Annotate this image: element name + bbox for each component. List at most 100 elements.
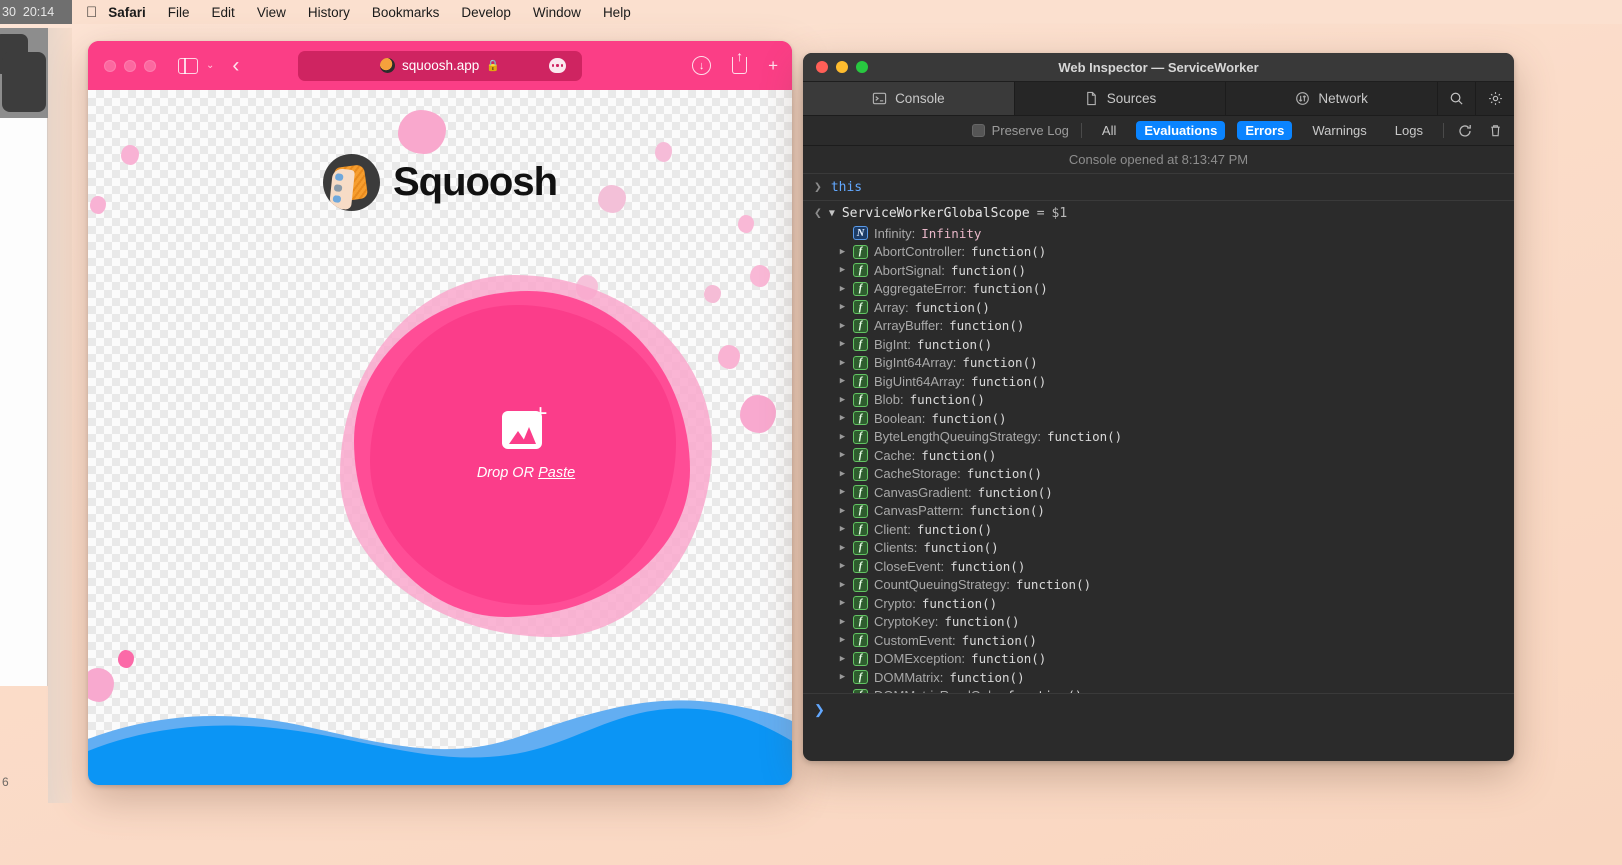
- drop-zone[interactable]: + Drop OR Paste: [340, 275, 712, 637]
- filter-warnings[interactable]: Warnings: [1304, 121, 1374, 140]
- sidebar-toggle-icon[interactable]: [178, 58, 198, 74]
- property-row[interactable]: ▶fDOMMatrix:function(): [803, 668, 1514, 687]
- search-icon[interactable]: [1438, 82, 1476, 115]
- console-input-prompt[interactable]: ❯: [803, 693, 1514, 725]
- property-row[interactable]: ▶NInfinity:Infinity: [803, 224, 1514, 243]
- disclosure-triangle-icon[interactable]: ▶: [838, 487, 847, 497]
- result-header-row[interactable]: ❮ ▼ ServiceWorkerGlobalScope = $1: [803, 201, 1514, 224]
- close-button[interactable]: [104, 60, 116, 72]
- disclosure-triangle-icon[interactable]: ▶: [838, 524, 847, 534]
- disclosure-triangle-icon[interactable]: ▶: [838, 339, 847, 349]
- property-row[interactable]: ▶fDOMException:function(): [803, 650, 1514, 669]
- menu-item-develop[interactable]: Develop: [450, 5, 522, 20]
- disclosure-triangle-icon[interactable]: ▶: [838, 506, 847, 516]
- share-icon[interactable]: [732, 57, 747, 74]
- menu-bar: 30 20:14  Safari File Edit View History…: [0, 0, 1622, 24]
- filter-evaluations[interactable]: Evaluations: [1136, 121, 1225, 140]
- property-row[interactable]: ▶fCrypto:function(): [803, 594, 1514, 613]
- minimize-button[interactable]: [124, 60, 136, 72]
- property-row[interactable]: ▶fCanvasPattern:function(): [803, 502, 1514, 521]
- preserve-log-checkbox[interactable]: Preserve Log: [972, 123, 1069, 138]
- menu-item-help[interactable]: Help: [592, 5, 642, 20]
- disclosure-triangle-icon[interactable]: ▶: [838, 432, 847, 442]
- menu-item-history[interactable]: History: [297, 5, 361, 20]
- disclosure-triangle-icon[interactable]: ▶: [838, 635, 847, 645]
- paste-link[interactable]: Paste: [538, 465, 575, 481]
- property-row[interactable]: ▶fCloseEvent:function(): [803, 557, 1514, 576]
- menu-bar-clock[interactable]: 30 20:14: [0, 0, 72, 24]
- property-row[interactable]: ▶fBlob:function(): [803, 391, 1514, 410]
- disclosure-triangle-icon[interactable]: ▶: [838, 358, 847, 368]
- disclosure-triangle-icon[interactable]: ▶: [838, 247, 847, 257]
- console-evaluation-line[interactable]: ❯ this: [803, 174, 1514, 201]
- tab-console-label: Console: [895, 91, 945, 106]
- disclosure-triangle-icon[interactable]: ▶: [838, 543, 847, 553]
- address-bar[interactable]: squoosh.app 🔒: [298, 51, 582, 81]
- disclosure-triangle-icon[interactable]: ▶: [838, 395, 847, 405]
- disclosure-triangle-icon[interactable]: ▶: [838, 580, 847, 590]
- property-row[interactable]: ▶fArrayBuffer:function(): [803, 317, 1514, 336]
- menu-item-file[interactable]: File: [157, 5, 201, 20]
- disclosure-triangle-icon[interactable]: ▶: [838, 654, 847, 664]
- property-row[interactable]: ▶fCountQueuingStrategy:function(): [803, 576, 1514, 595]
- property-row[interactable]: ▶fBigUint64Array:function(): [803, 372, 1514, 391]
- property-row[interactable]: ▶fClients:function(): [803, 539, 1514, 558]
- property-row[interactable]: ▶fBoolean:function(): [803, 409, 1514, 428]
- property-row[interactable]: ▶fClient:function(): [803, 520, 1514, 539]
- tab-network[interactable]: Network: [1226, 82, 1438, 115]
- reader-chat-icon[interactable]: [549, 58, 566, 73]
- filter-errors[interactable]: Errors: [1237, 121, 1292, 140]
- disclosure-triangle-icon[interactable]: ▶: [838, 617, 847, 627]
- property-row[interactable]: ▶fAbortSignal:function(): [803, 261, 1514, 280]
- menu-item-view[interactable]: View: [246, 5, 297, 20]
- downloads-icon[interactable]: ↓: [692, 56, 711, 75]
- property-row[interactable]: ▶fAggregateError:function(): [803, 280, 1514, 299]
- property-row[interactable]: ▶fCache:function(): [803, 446, 1514, 465]
- disclosure-triangle-icon[interactable]: ▼: [829, 208, 835, 219]
- disclosure-triangle-icon[interactable]: ▶: [838, 376, 847, 386]
- disclosure-triangle-icon[interactable]: ▶: [838, 284, 847, 294]
- console-result-area[interactable]: ❮ ▼ ServiceWorkerGlobalScope = $1 ▶NInfi…: [803, 201, 1514, 693]
- filter-logs[interactable]: Logs: [1387, 121, 1431, 140]
- window-controls[interactable]: [104, 60, 156, 72]
- menu-item-safari[interactable]: Safari: [97, 5, 157, 20]
- add-image-icon[interactable]: +: [502, 405, 550, 449]
- trash-icon[interactable]: [1486, 122, 1504, 140]
- menu-item-window[interactable]: Window: [522, 5, 592, 20]
- clear-on-reload-icon[interactable]: [1456, 122, 1474, 140]
- menu-item-bookmarks[interactable]: Bookmarks: [361, 5, 451, 20]
- disclosure-triangle-icon[interactable]: ▶: [838, 450, 847, 460]
- gear-icon[interactable]: [1476, 82, 1514, 115]
- property-row[interactable]: ▶fBigInt:function(): [803, 335, 1514, 354]
- disclosure-triangle-icon[interactable]: ▶: [838, 302, 847, 312]
- filter-all[interactable]: All: [1094, 121, 1124, 140]
- tab-sources[interactable]: Sources: [1015, 82, 1227, 115]
- menu-item-edit[interactable]: Edit: [201, 5, 246, 20]
- property-row[interactable]: ▶fBigInt64Array:function(): [803, 354, 1514, 373]
- disclosure-triangle-icon[interactable]: ▶: [838, 691, 847, 693]
- tab-console[interactable]: Console: [803, 82, 1015, 115]
- new-tab-icon[interactable]: +: [768, 57, 778, 74]
- disclosure-triangle-icon[interactable]: ▶: [838, 265, 847, 275]
- property-row[interactable]: ▶fAbortController:function(): [803, 243, 1514, 262]
- disclosure-triangle-icon[interactable]: ▶: [838, 469, 847, 479]
- property-name: DOMMatrixReadOnly:: [874, 688, 1001, 693]
- disclosure-triangle-icon[interactable]: ▶: [838, 413, 847, 423]
- apple-menu-icon[interactable]: : [86, 5, 97, 20]
- property-value: function(): [951, 263, 1026, 278]
- disclosure-triangle-icon[interactable]: ▶: [838, 321, 847, 331]
- property-row[interactable]: ▶fCanvasGradient:function(): [803, 483, 1514, 502]
- disclosure-triangle-icon[interactable]: ▶: [838, 672, 847, 682]
- property-row[interactable]: ▶fCacheStorage:function(): [803, 465, 1514, 484]
- property-row[interactable]: ▶fCustomEvent:function(): [803, 631, 1514, 650]
- property-row[interactable]: ▶fArray:function(): [803, 298, 1514, 317]
- disclosure-triangle-icon[interactable]: ▶: [838, 561, 847, 571]
- property-name: Boolean:: [874, 411, 925, 426]
- disclosure-triangle-icon[interactable]: ▶: [838, 598, 847, 608]
- background-window[interactable]: [0, 28, 48, 686]
- property-row[interactable]: ▶fCryptoKey:function(): [803, 613, 1514, 632]
- zoom-button[interactable]: [144, 60, 156, 72]
- property-row[interactable]: ▶fByteLengthQueuingStrategy:function(): [803, 428, 1514, 447]
- chevron-down-icon[interactable]: ⌄: [206, 60, 214, 71]
- back-button-icon[interactable]: ‹: [232, 55, 239, 76]
